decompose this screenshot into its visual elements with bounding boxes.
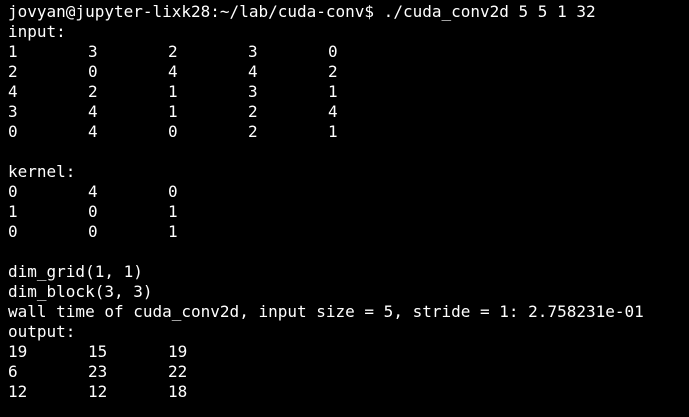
input-cell: 3 [8, 102, 18, 121]
output-row: 6 23 22 [8, 362, 689, 382]
kernel-label: kernel: [8, 162, 76, 181]
kernel-cell: 0 [168, 182, 178, 201]
input-cell: 4 [88, 122, 98, 141]
input-cell: 0 [8, 122, 18, 141]
input-cell: 4 [328, 102, 338, 121]
input-cell: 1 [8, 42, 18, 61]
input-row: 4 2 1 3 1 [8, 82, 689, 102]
input-cell: 2 [248, 122, 258, 141]
input-cell: 3 [88, 42, 98, 61]
kernel-matrix: 040101001 [8, 182, 689, 242]
kernel-cell: 1 [168, 202, 178, 221]
input-cell: 1 [168, 102, 178, 121]
input-cell: 2 [168, 42, 178, 61]
output-label: output: [8, 322, 76, 341]
kernel-cell: 0 [8, 222, 18, 241]
input-cell: 1 [328, 122, 338, 141]
prompt: jovyan@jupyter-lixk28:~/lab/cuda-conv$ [8, 2, 375, 21]
input-cell: 4 [168, 62, 178, 81]
input-cell: 4 [88, 102, 98, 121]
input-cell: 2 [328, 62, 338, 81]
input-cell: 4 [8, 82, 18, 101]
dim-grid-line: dim_grid(1, 1) [8, 262, 143, 281]
kernel-row: 0 4 0 [8, 182, 689, 202]
output-row: 12 12 18 [8, 382, 689, 402]
output-cell: 12 [8, 382, 28, 401]
kernel-cell: 0 [88, 202, 98, 221]
command-line: jovyan@jupyter-lixk28:~/lab/cuda-conv$ .… [8, 2, 689, 22]
input-cell: 3 [248, 82, 258, 101]
output-cell: 12 [88, 382, 108, 401]
timing-line: wall time of cuda_conv2d, input size = 5… [8, 302, 644, 321]
output-cell: 19 [168, 342, 188, 361]
kernel-cell: 0 [88, 222, 98, 241]
input-cell: 0 [88, 62, 98, 81]
output-cell: 15 [88, 342, 108, 361]
kernel-row: 1 0 1 [8, 202, 689, 222]
dim-block-line: dim_block(3, 3) [8, 282, 153, 301]
input-cell: 3 [248, 42, 258, 61]
input-cell: 1 [168, 82, 178, 101]
input-cell: 0 [168, 122, 178, 141]
command-text: ./cuda_conv2d 5 5 1 32 [374, 2, 596, 21]
input-row: 2 0 4 4 2 [8, 62, 689, 82]
input-cell: 1 [328, 82, 338, 101]
input-cell: 4 [248, 62, 258, 81]
input-matrix: 1323020442421313412404021 [8, 42, 689, 142]
terminal-window[interactable]: jovyan@jupyter-lixk28:~/lab/cuda-conv$ .… [0, 0, 689, 417]
input-cell: 2 [248, 102, 258, 121]
kernel-cell: 0 [8, 182, 18, 201]
input-cell: 2 [8, 62, 18, 81]
output-cell: 22 [168, 362, 188, 381]
input-cell: 0 [328, 42, 338, 61]
output-cell: 18 [168, 382, 188, 401]
output-matrix: 19 15 19 6 23 22 12 12 18 [8, 342, 689, 402]
kernel-cell: 1 [168, 222, 178, 241]
kernel-cell: 1 [8, 202, 18, 221]
input-row: 0 4 0 2 1 [8, 122, 689, 142]
input-cell: 2 [88, 82, 98, 101]
output-cell: 19 [8, 342, 28, 361]
input-row: 1 3 2 3 0 [8, 42, 689, 62]
output-row: 19 15 19 [8, 342, 689, 362]
input-label: input: [8, 22, 66, 41]
input-row: 3 4 1 2 4 [8, 102, 689, 122]
kernel-row: 0 0 1 [8, 222, 689, 242]
output-cell: 6 [8, 362, 18, 381]
output-cell: 23 [88, 362, 108, 381]
kernel-cell: 4 [88, 182, 98, 201]
